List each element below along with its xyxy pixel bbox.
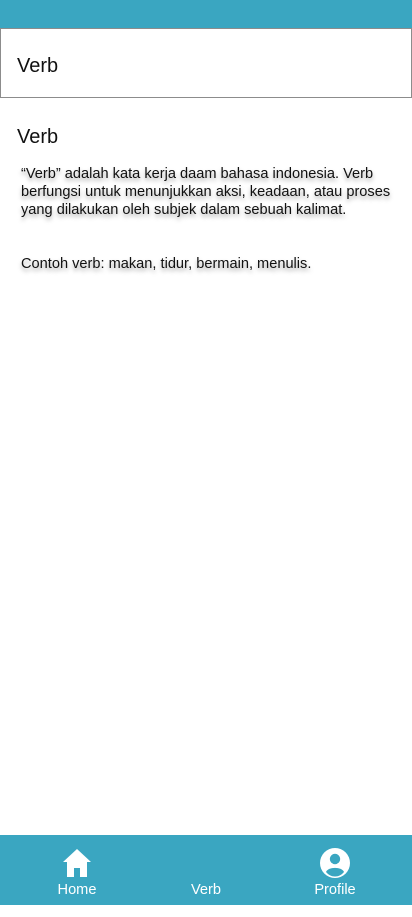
home-icon	[63, 849, 91, 877]
nav-profile-label: Profile	[314, 882, 356, 898]
nav-verb-button[interactable]: Verb	[170, 835, 242, 905]
app-header: Verb	[0, 28, 412, 98]
verb-examples-text: Contoh verb: makan, tidur, bermain, menu…	[21, 256, 312, 272]
bottom-safe-area	[0, 905, 412, 917]
nav-home-button[interactable]: Home	[41, 835, 113, 905]
bottom-navigation: Home Verb Profile	[0, 835, 412, 905]
section-title: Verb	[17, 126, 59, 148]
main-content: Verb “Verb” adalah kata kerja daam bahas…	[0, 97, 412, 834]
status-bar	[0, 0, 412, 28]
page-title: Verb	[17, 55, 59, 77]
nav-verb-label: Verb	[190, 882, 222, 898]
nav-home-label: Home	[57, 882, 97, 898]
verb-definition-text: “Verb” adalah kata kerja daam bahasa ind…	[21, 166, 391, 218]
nav-profile-button[interactable]: Profile	[299, 835, 371, 905]
profile-icon	[320, 848, 350, 878]
